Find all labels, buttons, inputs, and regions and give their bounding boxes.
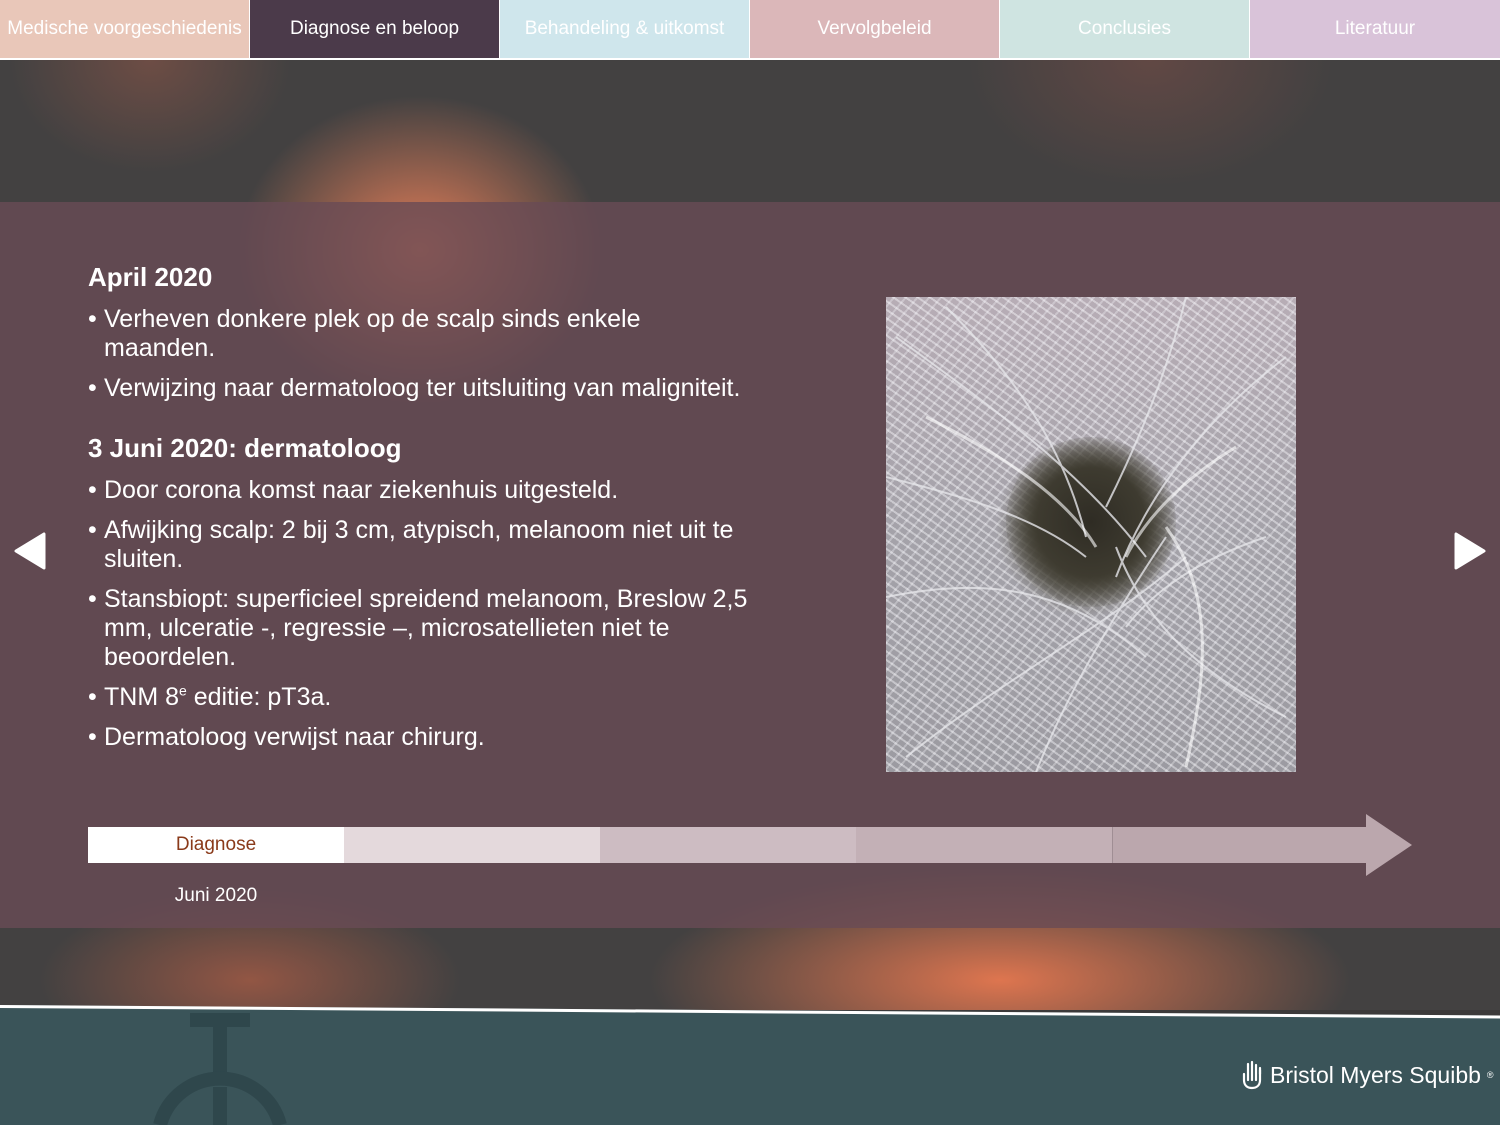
- tab-conclusies[interactable]: Conclusies: [1000, 0, 1250, 58]
- section-title-april-2020: April 2020: [88, 262, 213, 292]
- bullet-list-april: Verheven donkere plek op de scalp sinds …: [88, 305, 748, 403]
- text-content: April 2020 Verheven donkere plek op de s…: [88, 262, 748, 763]
- decorative-symbol-icon: [150, 1012, 300, 1125]
- timeline-step-diagnose[interactable]: Diagnose: [88, 827, 344, 863]
- list-item: Dermatoloog verwijst naar chirurg.: [88, 723, 748, 752]
- brand-mark: ®: [1486, 1070, 1494, 1080]
- top-navigation: Medische voorgeschiedenis Diagnose en be…: [0, 0, 1500, 60]
- timeline: Diagnose: [88, 814, 1412, 876]
- brand-logo: Bristol Myers Squibb ®: [1240, 1058, 1494, 1092]
- scalp-lesion-photo: [886, 297, 1296, 772]
- list-item: Afwijking scalp: 2 bij 3 cm, atypisch, m…: [88, 516, 748, 574]
- tab-literatuur[interactable]: Literatuur: [1250, 0, 1500, 58]
- list-item: Verheven donkere plek op de scalp sinds …: [88, 305, 748, 363]
- tnm-prefix: TNM 8: [104, 683, 179, 711]
- list-item: Stansbiopt: superficieel spreidend melan…: [88, 585, 748, 672]
- tab-behandeling-uitkomst[interactable]: Behandeling & uitkomst: [500, 0, 750, 58]
- timeline-step-3[interactable]: [600, 827, 856, 863]
- timeline-date: Juni 2020: [174, 885, 258, 906]
- content-panel: April 2020 Verheven donkere plek op de s…: [0, 202, 1500, 928]
- tab-vervolgbeleid[interactable]: Vervolgbeleid: [750, 0, 1000, 58]
- section-title-juni-2020: 3 Juni 2020: dermatoloog: [88, 433, 402, 463]
- list-item-tnm: TNM 8e editie: pT3a.: [88, 683, 748, 712]
- list-item: Door corona komst naar ziekenhuis uitges…: [88, 476, 748, 505]
- list-item: Verwijzing naar dermatoloog ter uitsluit…: [88, 374, 748, 403]
- next-arrow-icon[interactable]: [1454, 532, 1486, 570]
- timeline-step-4[interactable]: [856, 827, 1112, 863]
- tab-diagnose-en-beloop[interactable]: Diagnose en beloop: [250, 0, 500, 58]
- brand-name: Bristol Myers Squibb: [1270, 1061, 1481, 1088]
- timeline-bar: Diagnose: [88, 827, 1368, 863]
- tnm-suffix: editie: pT3a.: [186, 683, 332, 711]
- hand-logo-icon: [1242, 1060, 1262, 1090]
- hair-strands: [886, 297, 1287, 772]
- timeline-step-2[interactable]: [344, 827, 600, 863]
- previous-arrow-icon[interactable]: [14, 532, 46, 570]
- tnm-superscript: e: [179, 682, 187, 699]
- tab-medische-voorgeschiedenis[interactable]: Medische voorgeschiedenis: [0, 0, 250, 58]
- timeline-arrowhead: [1366, 814, 1412, 876]
- timeline-step-5[interactable]: [1112, 827, 1368, 863]
- bullet-list-juni: Door corona komst naar ziekenhuis uitges…: [88, 476, 748, 752]
